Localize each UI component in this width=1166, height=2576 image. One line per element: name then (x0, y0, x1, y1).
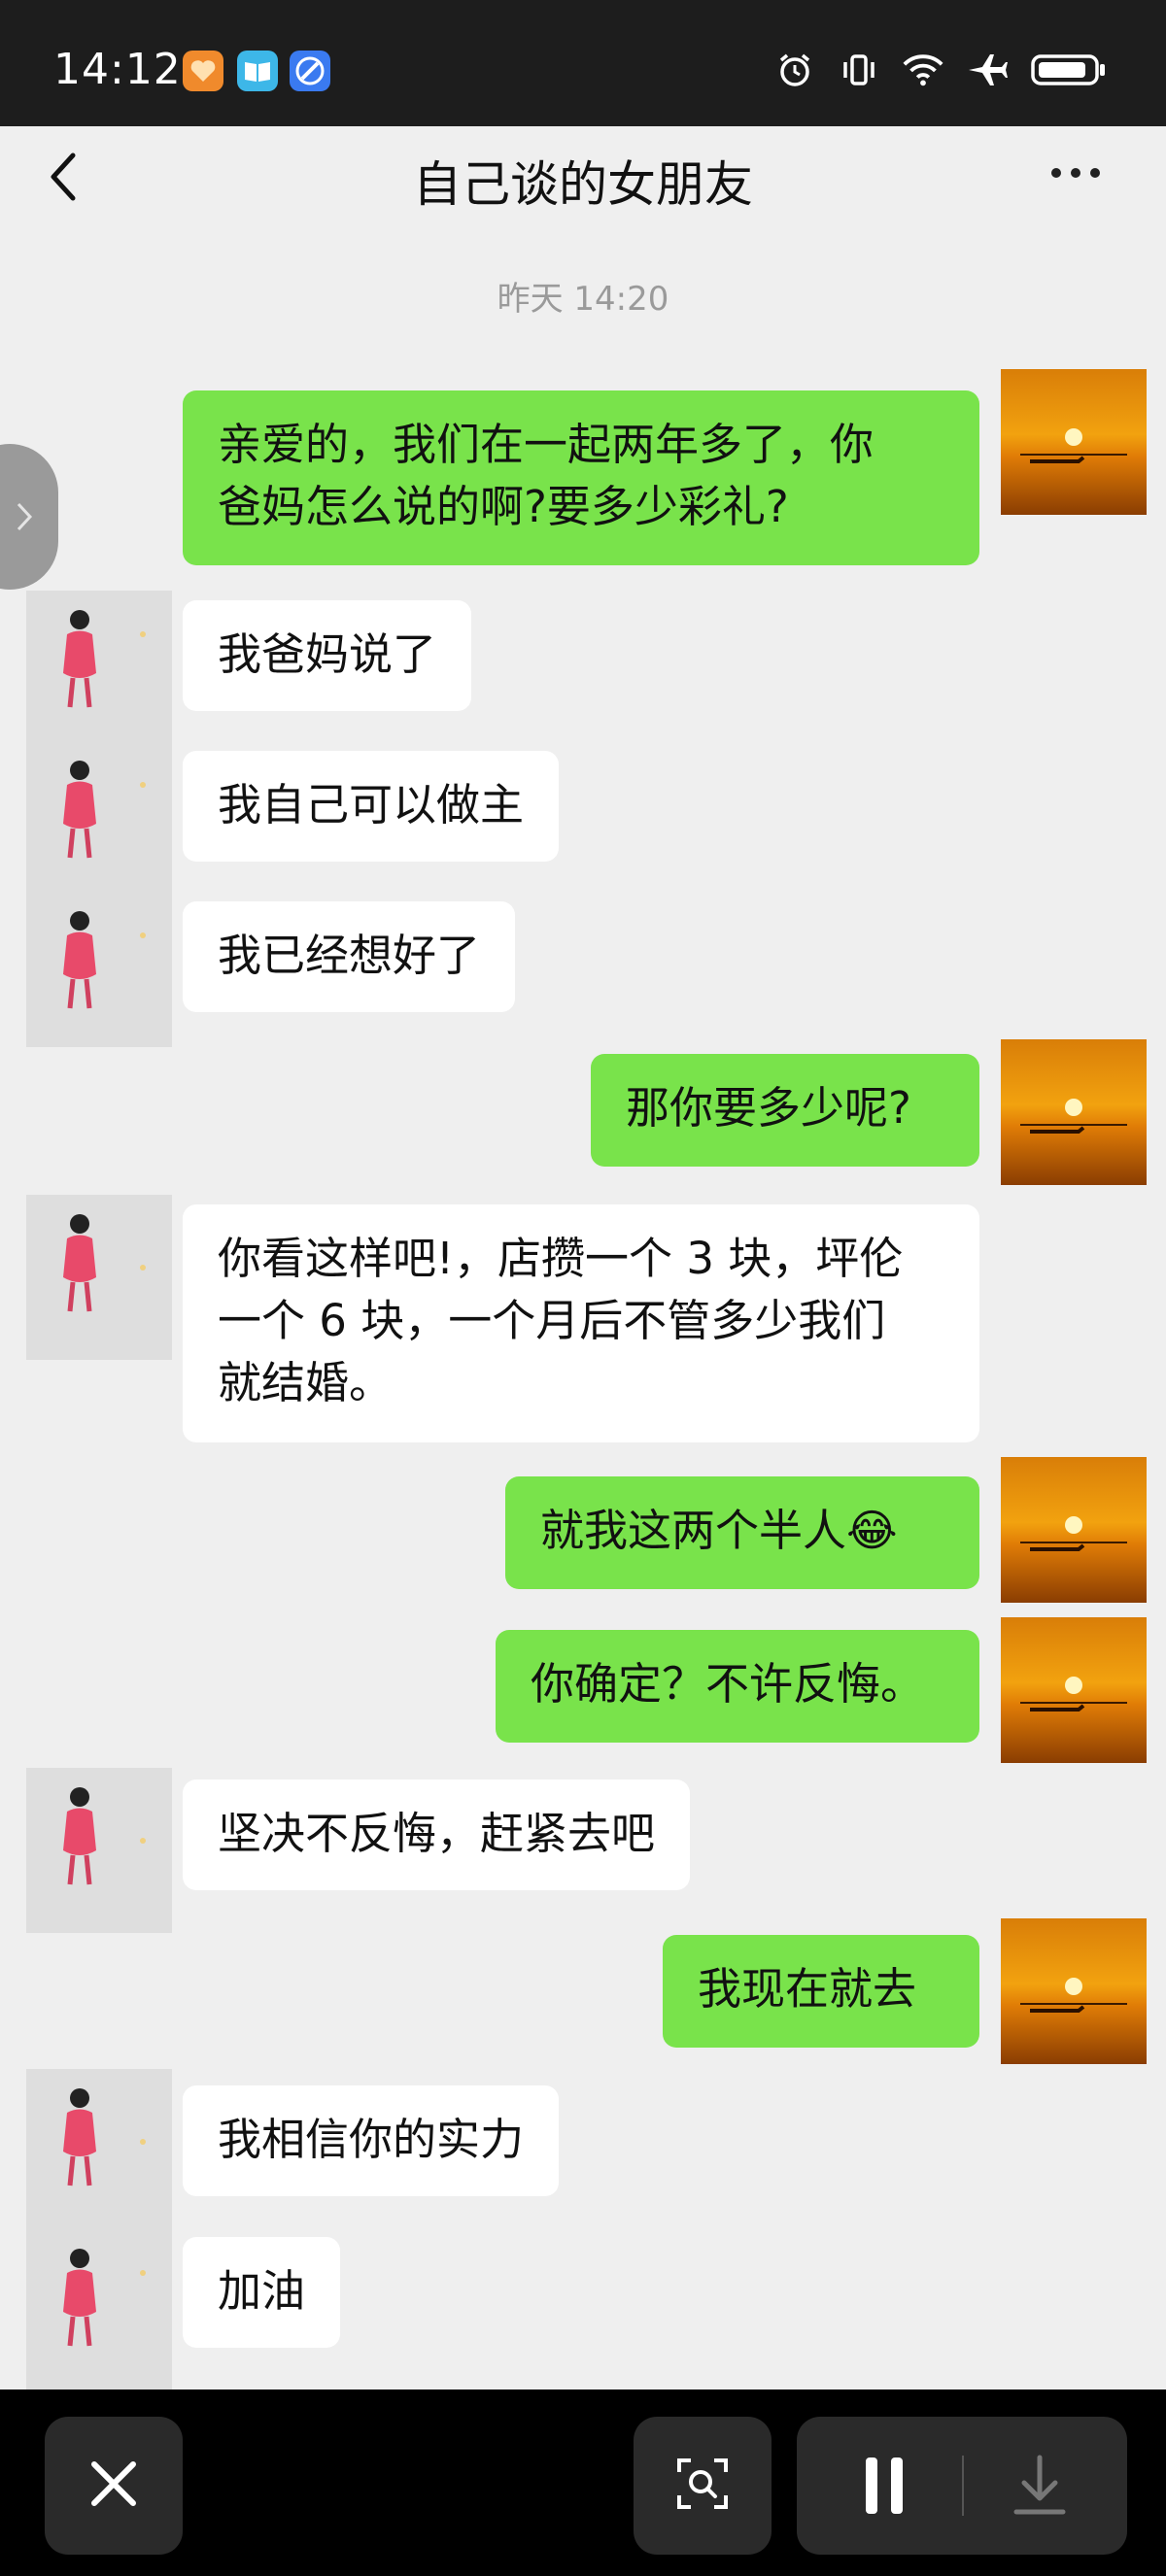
sent-message-bubble[interactable]: 我现在就去 (663, 1935, 979, 2048)
message-text-line: 爸妈怎么说的啊?要多少彩礼? (218, 481, 789, 532)
friend-avatar[interactable] (26, 1768, 172, 1933)
received-message-bubble[interactable]: 你看这样吧!，店攒一个 3 块，坪伦 一个 6 块，一个月后不管多少我们 就结婚… (183, 1204, 979, 1442)
screenshot-search-button[interactable] (634, 2417, 772, 2555)
status-bar: 14:12 (0, 0, 1166, 126)
message-text: 我自己可以做主 (218, 779, 525, 830)
received-message-bubble[interactable]: 加油 (183, 2237, 341, 2348)
chat-screen[interactable]: 自己谈的女朋友 昨天 14:20 亲爱的，我们在一起两年多了，你 爸妈怎么说的啊… (0, 126, 1166, 2390)
my-avatar-sunset[interactable] (1001, 1617, 1147, 1763)
my-avatar-sunset[interactable] (1001, 1918, 1147, 2064)
wifi-icon (902, 49, 944, 91)
airplane-icon (966, 49, 1009, 91)
status-time: 14:12 (53, 45, 182, 94)
book-app-icon (237, 51, 278, 91)
message-text: 坚决不反悔，赶紧去吧 (218, 1808, 656, 1859)
received-message-bubble[interactable]: 我相信你的实力 (183, 2085, 560, 2196)
message-text: 我已经想好了 (218, 930, 481, 981)
alarm-icon (773, 49, 816, 91)
orange-heart-app-icon (183, 51, 223, 91)
message-timestamp: 昨天 14:20 (497, 280, 669, 319)
bottom-toolbar (0, 2390, 1166, 2576)
message-text-line: 你看这样吧!，店攒一个 3 块，坪伦 (218, 1233, 904, 1284)
message-text: 就我这两个半人 (540, 1505, 847, 1556)
divider (962, 2456, 964, 2516)
laughing-emoji: 😂 (846, 1505, 898, 1556)
pause-button[interactable] (845, 2456, 923, 2516)
message-text-line: 就结婚。 (218, 1357, 394, 1408)
download-icon (1011, 2454, 1069, 2518)
download-button[interactable] (1001, 2454, 1079, 2518)
received-message-bubble[interactable]: 我自己可以做主 (183, 751, 560, 862)
chat-title: 自己谈的女朋友 (413, 156, 753, 213)
recording-controls (797, 2417, 1127, 2555)
message-text-line: 一个 6 块，一个月后不管多少我们 (218, 1295, 886, 1346)
friend-avatar[interactable] (26, 2069, 172, 2390)
friend-avatar[interactable] (26, 591, 172, 1047)
more-options-button[interactable] (1051, 153, 1110, 192)
status-icons (773, 49, 1108, 91)
received-message-bubble[interactable]: 我已经想好了 (183, 901, 516, 1012)
vibrate-icon (838, 49, 880, 91)
received-message-bubble[interactable]: 我爸妈说了 (183, 600, 472, 711)
message-text: 我相信你的实力 (218, 2114, 525, 2165)
browser-app-icon (290, 51, 330, 91)
message-text: 加油 (218, 2265, 306, 2317)
sent-message-bubble[interactable]: 亲爱的，我们在一起两年多了，你 爸妈怎么说的啊?要多少彩礼? (183, 390, 979, 565)
friend-avatar[interactable] (26, 1195, 172, 1360)
sent-message-bubble[interactable]: 就我这两个半人😂 (505, 1476, 979, 1589)
close-icon (88, 2458, 139, 2513)
message-text: 我现在就去 (698, 1963, 917, 2015)
my-avatar-sunset[interactable] (1001, 1457, 1147, 1603)
message-text: 你确定？不许反悔。 (531, 1658, 925, 1710)
my-avatar-sunset[interactable] (1001, 369, 1147, 515)
battery-icon (1030, 49, 1108, 91)
my-avatar-sunset[interactable] (1001, 1039, 1147, 1185)
sent-message-bubble[interactable]: 那你要多少呢? (591, 1054, 979, 1167)
close-button[interactable] (45, 2417, 183, 2555)
screenshot-search-icon (673, 2455, 732, 2517)
message-text: 那你要多少呢? (626, 1082, 911, 1134)
chat-header: 自己谈的女朋友 (0, 126, 1166, 223)
received-message-bubble[interactable]: 坚决不反悔，赶紧去吧 (183, 1779, 691, 1890)
message-text-line: 亲爱的，我们在一起两年多了，你 (218, 419, 874, 470)
side-expand-tab[interactable] (0, 444, 58, 590)
message-text: 我爸妈说了 (218, 628, 437, 680)
pause-icon (860, 2456, 909, 2516)
sent-message-bubble[interactable]: 你确定？不许反悔。 (496, 1630, 979, 1743)
